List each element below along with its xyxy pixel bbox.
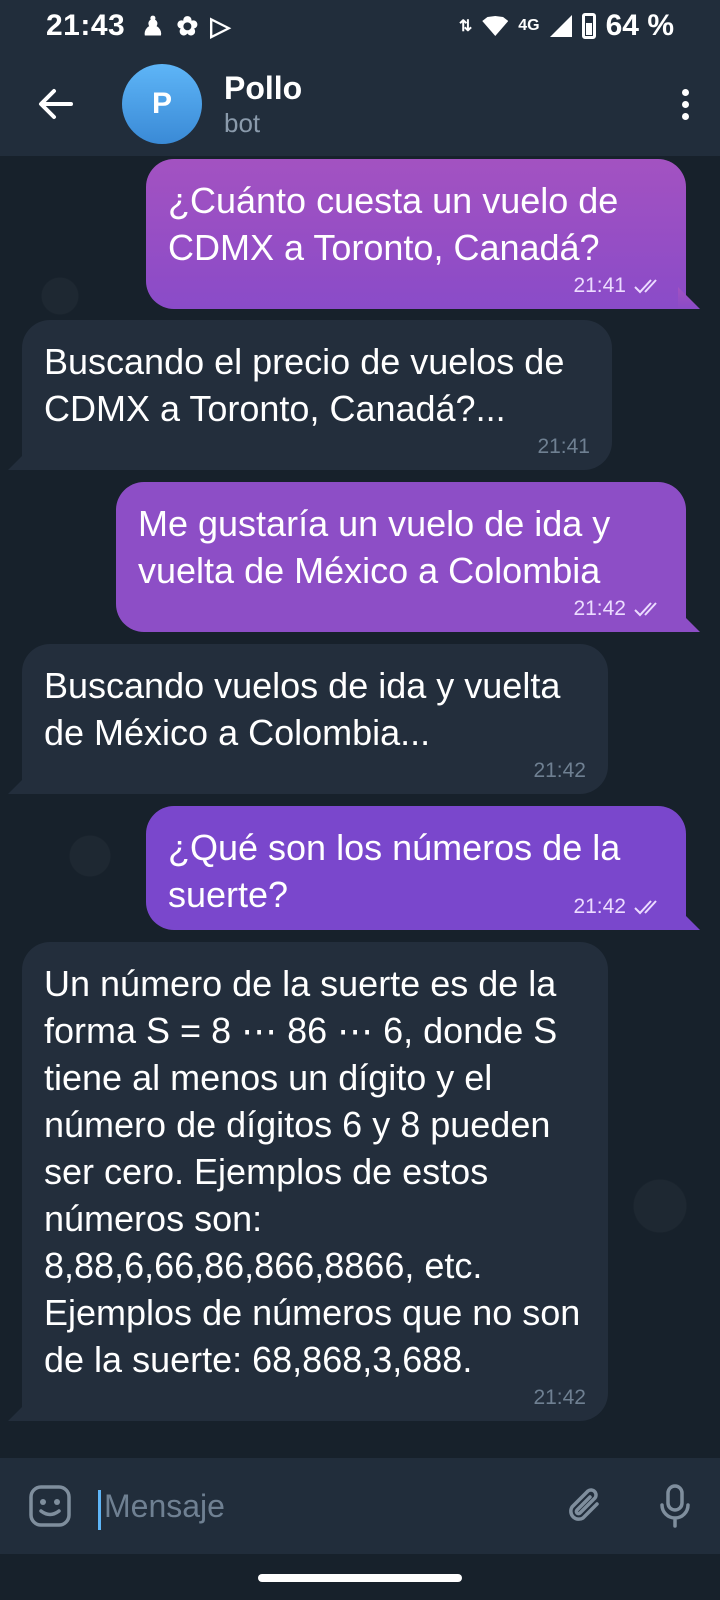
back-button[interactable] bbox=[0, 52, 110, 156]
message-time: 21:42 bbox=[573, 895, 626, 918]
message-incoming[interactable]: Buscando el precio de vuelos de CDMX a T… bbox=[8, 320, 612, 470]
message-text: Un número de la suerte es de la forma S … bbox=[44, 963, 581, 1380]
chat-subtitle: bot bbox=[224, 108, 261, 138]
chat-name: Pollo bbox=[224, 70, 303, 106]
message-time: 21:42 bbox=[533, 759, 586, 782]
message-time: 21:42 bbox=[573, 597, 626, 620]
paperclip-icon bbox=[569, 1488, 599, 1521]
message-meta: 21:42 bbox=[44, 758, 586, 794]
avatar[interactable]: P bbox=[122, 64, 202, 144]
data-arrows-icon: ⇅ bbox=[458, 18, 473, 35]
arrow-left-icon bbox=[39, 89, 73, 119]
notification-icons: ♟ ✿ ▷ bbox=[141, 11, 230, 42]
emoji-button[interactable] bbox=[0, 1484, 100, 1528]
message-list[interactable]: ¿Cuánto cuesta un vuelo de CDMX a Toront… bbox=[0, 156, 720, 1458]
wifi-icon bbox=[482, 16, 509, 36]
chess-pawn-icon: ♟ bbox=[141, 10, 165, 41]
more-options-button[interactable] bbox=[650, 52, 720, 156]
signal-icon bbox=[549, 15, 572, 37]
message-composer: Mensaje bbox=[0, 1458, 720, 1554]
message-text: Buscando el precio de vuelos de CDMX a T… bbox=[44, 341, 565, 429]
double-check-icon bbox=[634, 279, 657, 294]
message-incoming[interactable]: Un número de la suerte es de la forma S … bbox=[8, 942, 608, 1421]
message-input[interactable]: Mensaje bbox=[98, 1488, 540, 1530]
message-outgoing[interactable]: ¿Qué son los números de la suerte? 21:42 bbox=[146, 806, 700, 930]
message-meta: 21:41 bbox=[168, 273, 664, 309]
microphone-icon bbox=[660, 1484, 690, 1528]
network-type: 4G bbox=[518, 17, 540, 34]
message-meta: 21:42 bbox=[138, 596, 664, 632]
message-time: 21:42 bbox=[533, 1386, 586, 1409]
system-navigation-bar bbox=[0, 1554, 720, 1600]
message-text: Me gustaría un vuelo de ida y vuelta de … bbox=[138, 503, 611, 591]
message-time: 21:41 bbox=[537, 435, 590, 458]
message-meta: 21:41 bbox=[44, 434, 590, 470]
message-outgoing[interactable]: Me gustaría un vuelo de ida y vuelta de … bbox=[116, 482, 700, 632]
status-bar: 21:43 ♟ ✿ ▷ ⇅ 4G 64 % bbox=[0, 0, 720, 52]
message-incoming[interactable]: Buscando vuelos de ida y vuelta de Méxic… bbox=[8, 644, 608, 794]
battery-icon bbox=[581, 13, 596, 39]
double-check-icon bbox=[634, 900, 657, 915]
app-notification-icon: ✿ bbox=[176, 10, 199, 41]
message-meta: 21:42 bbox=[44, 1385, 586, 1421]
message-text: Buscando vuelos de ida y vuelta de Méxic… bbox=[44, 665, 561, 753]
double-check-icon bbox=[634, 602, 657, 617]
battery-percent: 64 % bbox=[605, 9, 674, 42]
more-vertical-icon bbox=[681, 88, 689, 120]
play-store-icon: ▷ bbox=[210, 10, 231, 41]
voice-message-button[interactable] bbox=[630, 1483, 720, 1529]
status-time: 21:43 bbox=[46, 9, 126, 42]
message-text: ¿Cuánto cuesta un vuelo de CDMX a Toront… bbox=[168, 180, 619, 268]
message-time: 21:41 bbox=[573, 274, 626, 297]
home-gesture-bar[interactable] bbox=[258, 1574, 462, 1582]
chat-title-block[interactable]: Pollo bot bbox=[224, 69, 302, 139]
attach-button[interactable] bbox=[540, 1484, 630, 1528]
avatar-letter: P bbox=[151, 87, 172, 120]
message-outgoing[interactable]: ¿Cuánto cuesta un vuelo de CDMX a Toront… bbox=[146, 159, 700, 309]
sticker-icon bbox=[29, 1485, 71, 1527]
chat-header: P Pollo bot bbox=[0, 52, 720, 156]
status-right-icons: ⇅ 4G 64 % bbox=[459, 9, 674, 43]
